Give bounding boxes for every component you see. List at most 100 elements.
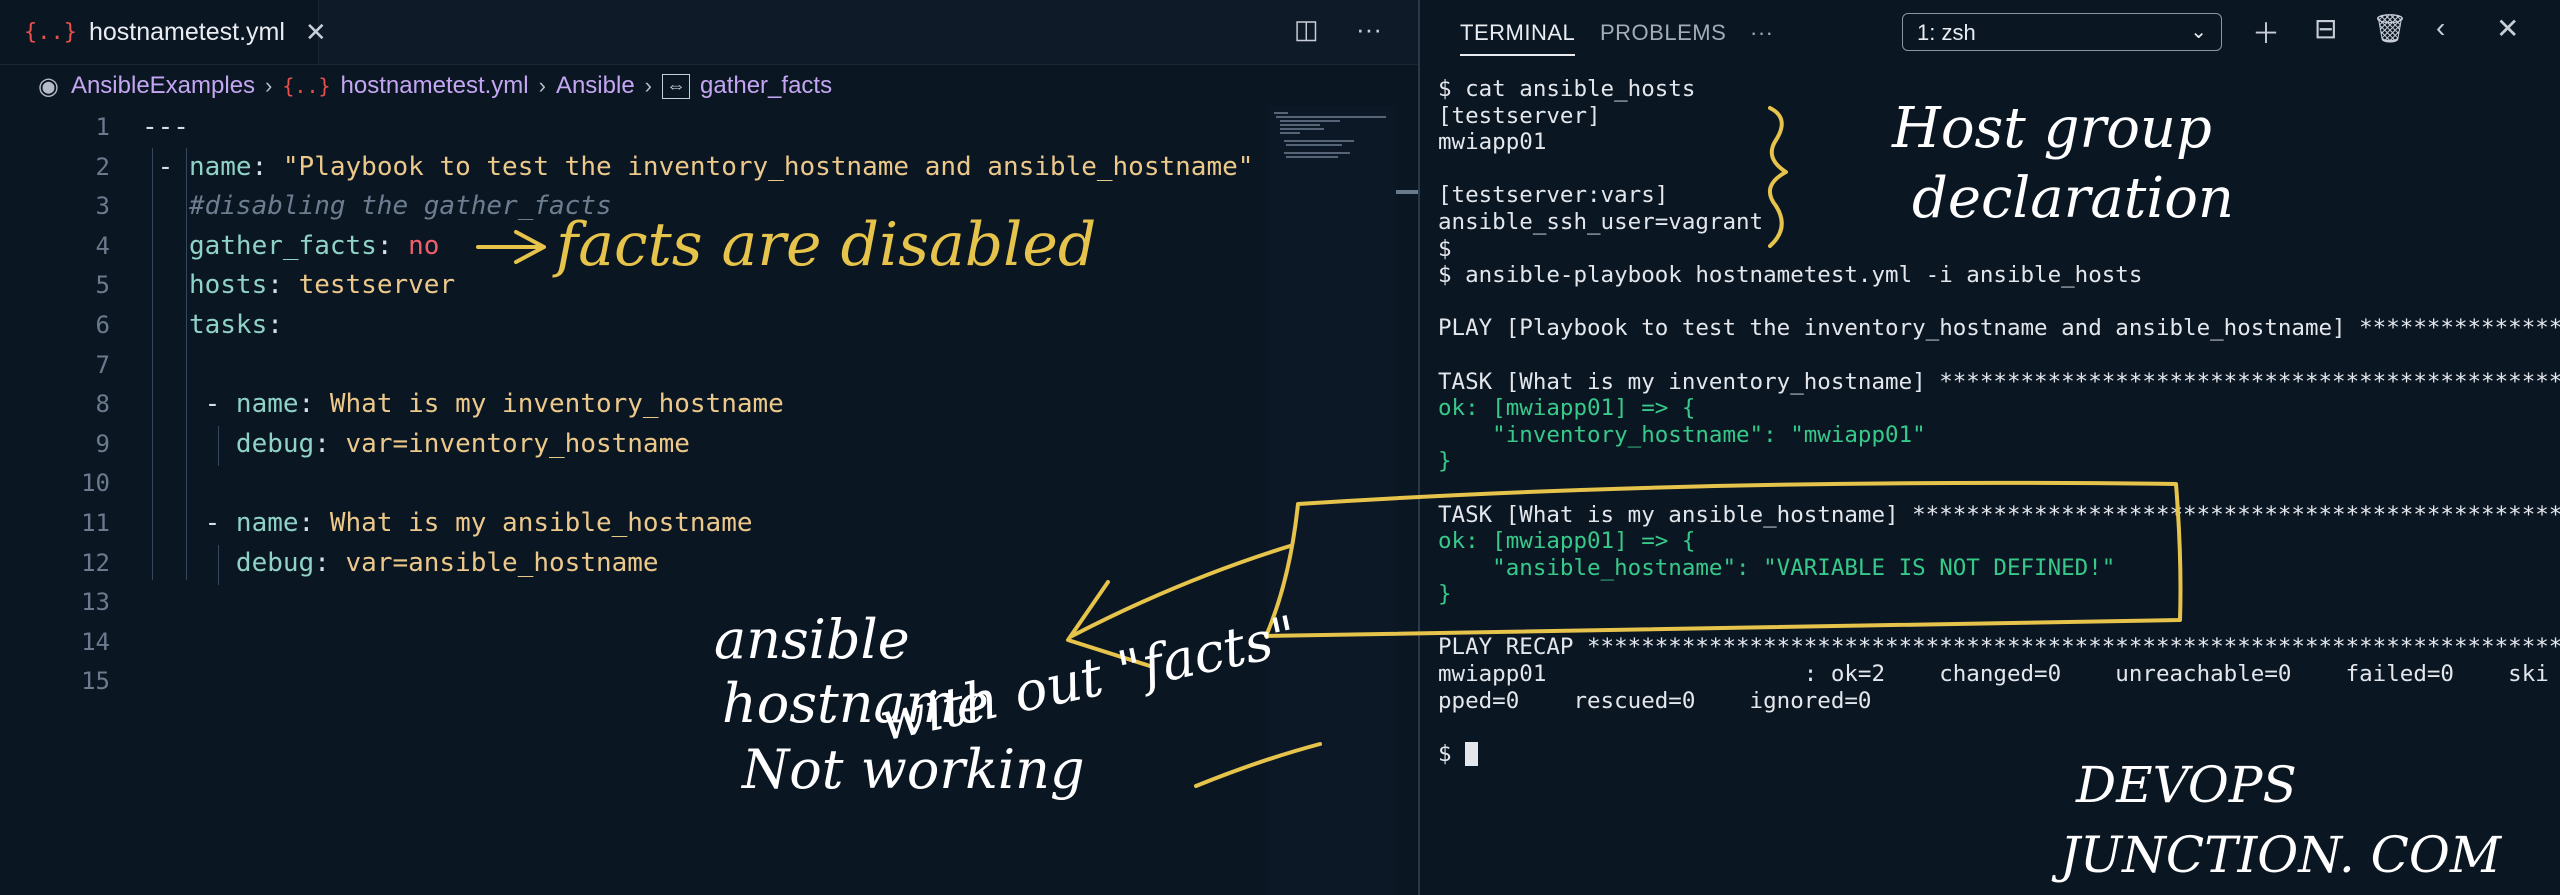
symbol-field-icon: ⇔ xyxy=(662,73,690,99)
terminal-cursor xyxy=(1465,742,1479,767)
minimap-line xyxy=(1274,112,1288,114)
breadcrumb-item[interactable]: hostnametest.yml xyxy=(341,72,529,100)
line-number: 4 xyxy=(95,231,110,260)
yaml-key: name xyxy=(235,507,299,538)
more-actions-icon[interactable]: ··· xyxy=(1356,14,1382,45)
minimap[interactable] xyxy=(1268,106,1396,895)
line-number: 10 xyxy=(81,469,110,498)
editor-tab-hostnametest[interactable]: {..} hostnametest.yml ✕ xyxy=(0,0,327,64)
minimap-line xyxy=(1280,124,1320,126)
terminal-prompt: $ xyxy=(1438,740,1466,767)
yaml-key: name xyxy=(188,151,252,182)
chevron-right-icon: › xyxy=(644,73,652,98)
terminal-line: $ xyxy=(1438,235,1452,262)
yaml-value: var=ansible_hostname xyxy=(345,547,659,578)
terminal-line-ok: ok: [mwiapp01] => { xyxy=(1438,528,1696,555)
yaml-key: name xyxy=(235,389,299,420)
line-number: 11 xyxy=(81,508,110,537)
editor-tab-bar: {..} hostnametest.yml ✕ ◫ ··· xyxy=(0,0,1418,65)
terminal-line-ok: "ansible_hostname": "VARIABLE IS NOT DEF… xyxy=(1438,554,2116,581)
code-line: --- xyxy=(142,108,1262,148)
line-number: 15 xyxy=(81,667,110,696)
terminal-line: PLAY [Playbook to test the inventory_hos… xyxy=(1438,315,2560,342)
tab-terminal[interactable]: TERMINAL xyxy=(1460,20,1576,56)
chevron-right-icon: › xyxy=(265,73,273,98)
plus-icon[interactable]: ＋ xyxy=(2252,12,2280,52)
tab-filename: hostnametest.yml xyxy=(88,17,285,46)
yaml-key: hosts xyxy=(188,270,268,301)
minimap-line xyxy=(1284,152,1350,154)
chevron-left-icon[interactable]: ‹ xyxy=(2436,12,2445,44)
annotation-host-group: Host group xyxy=(1892,96,2212,161)
minimap-line xyxy=(1280,120,1340,122)
terminal-line-ok: } xyxy=(1438,581,1452,608)
line-number: 13 xyxy=(81,588,110,617)
yaml-key: debug xyxy=(235,428,315,459)
terminal-select-value: 1: zsh xyxy=(1917,20,1976,45)
minimap-line xyxy=(1286,156,1338,158)
code-line: debug: var=ansible_hostname xyxy=(235,547,659,578)
yaml-value: testserver xyxy=(298,270,456,301)
line-number: 14 xyxy=(81,627,110,656)
minimap-line xyxy=(1280,128,1324,130)
split-editor-icon[interactable]: ◫ xyxy=(1294,14,1319,45)
trash-icon[interactable]: 🗑 xyxy=(2372,12,2408,45)
line-number: 12 xyxy=(81,548,110,577)
yaml-comment: #disabling the gather_facts xyxy=(188,191,612,222)
annotation-facts-disabled: facts are disabled xyxy=(556,210,1097,280)
line-number: 1 xyxy=(95,113,110,141)
list-dash: - xyxy=(157,151,189,182)
tab-problems[interactable]: PROBLEMS xyxy=(1600,20,1726,46)
breadcrumb-item[interactable]: gather_facts xyxy=(700,72,832,100)
code-line: - name: What is my ansible_hostname xyxy=(142,507,753,538)
terminal-line-ok: ok: [mwiapp01] => { xyxy=(1438,395,1696,422)
code-line: tasks: xyxy=(188,309,283,340)
minimap-line xyxy=(1280,132,1300,134)
editor-pane: {..} hostnametest.yml ✕ ◫ ··· ◉ AnsibleE… xyxy=(0,0,1418,895)
code-line: - name: What is my inventory_hostname xyxy=(142,389,784,420)
breadcrumb-item[interactable]: AnsibleExamples xyxy=(71,72,255,100)
terminal-line: mwiapp01 : ok=2 changed=0 unreachable=0 … xyxy=(1438,661,2549,688)
split-terminal-icon[interactable]: ⊟ xyxy=(2314,12,2337,45)
code-line: debug: var=inventory_hostname xyxy=(235,428,690,459)
terminal-select[interactable]: 1: zsh ⌄ xyxy=(1902,13,2222,51)
line-number: 3 xyxy=(95,192,110,221)
line-number: 6 xyxy=(95,310,110,339)
code-area[interactable]: --- - name: "Playbook to test the invent… xyxy=(142,108,1262,583)
line-number: 2 xyxy=(95,152,110,181)
panel-more-icon[interactable]: ··· xyxy=(1750,20,1773,46)
line-number: 9 xyxy=(95,429,110,458)
yaml-key: gather_facts xyxy=(188,230,377,261)
terminal-line: $ ansible-playbook hostnametest.yml -i a… xyxy=(1438,262,2143,289)
minimap-line xyxy=(1284,140,1354,142)
yaml-doc-start: --- xyxy=(142,112,189,142)
annotation-declaration: declaration xyxy=(1912,166,2234,231)
yaml-value: var=inventory_hostname xyxy=(345,428,690,459)
scrollbar-thumb[interactable] xyxy=(1396,190,1418,194)
minimap-line xyxy=(1286,144,1342,146)
workspace-icon: ◉ xyxy=(38,72,59,100)
yaml-value: "Playbook to test the inventory_hostname… xyxy=(282,151,1254,182)
close-panel-icon[interactable]: ✕ xyxy=(2496,12,2519,45)
terminal-line: pped=0 rescued=0 ignored=0 xyxy=(1438,687,1872,714)
line-number: 8 xyxy=(95,390,110,419)
breadcrumb-item[interactable]: Ansible xyxy=(556,72,635,100)
yaml-file-icon: {..} xyxy=(24,19,77,45)
minimap-line xyxy=(1276,116,1386,118)
terminal-line: PLAY RECAP *****************************… xyxy=(1438,634,2560,661)
close-icon[interactable]: ✕ xyxy=(305,17,327,48)
terminal-line: TASK [What is my inventory_hostname] ***… xyxy=(1438,368,2560,395)
yaml-key: tasks xyxy=(188,309,268,340)
yaml-value: What is my inventory_hostname xyxy=(329,389,784,420)
yaml-file-icon: {..} xyxy=(282,74,331,98)
line-number: 7 xyxy=(95,350,110,379)
line-number-gutter: 1 2 3 4 5 6 7 8 9 10 11 12 13 14 15 xyxy=(0,108,110,702)
line-number: 5 xyxy=(95,271,110,300)
brand-text: JUNCTION. COM xyxy=(2060,826,2502,884)
terminal-line-ok: } xyxy=(1438,448,1452,475)
